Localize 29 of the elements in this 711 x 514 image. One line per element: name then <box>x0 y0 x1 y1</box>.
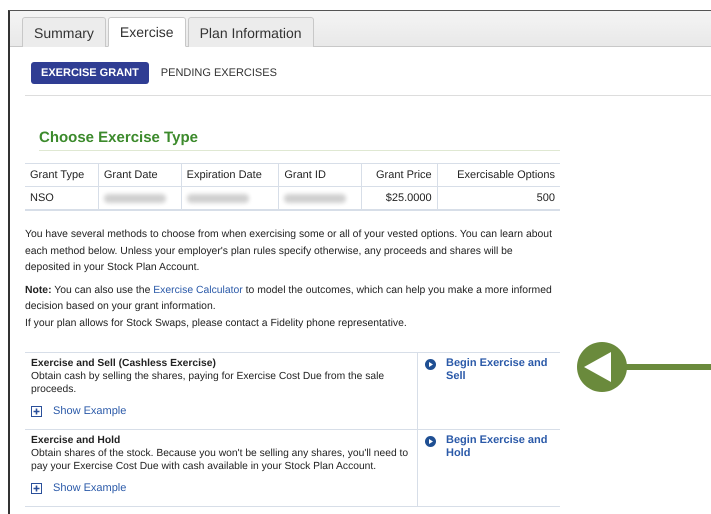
column-header: Exercisable Options <box>437 164 560 186</box>
begin-exercise-link[interactable]: Begin Exercise and Hold <box>446 434 550 459</box>
tab[interactable]: Plan Information <box>188 17 314 47</box>
method-description: Obtain shares of the stock. Because you won't be selling any shares, you'll need to pay your Exercise Cost Due with cash available in your Stock Plan Account. <box>31 448 410 473</box>
redacted-value <box>104 194 166 203</box>
play-icon[interactable] <box>425 436 436 447</box>
tab[interactable]: Exercise <box>108 17 186 47</box>
table-cell: NSO <box>25 186 98 210</box>
intro-text: You have several methods to choose from when exercising some or all of your vested options. You can learn about each method below. Unless your employer's plan rules specify otherwise, any proceeds and shares will be deposited in your Stock Plan Account. <box>25 228 553 275</box>
show-example-link[interactable]: Show Example <box>53 405 126 417</box>
method-title: Exercise and Hold <box>31 434 122 448</box>
method-description: Obtain cash by selling the shares, paying for Exercise Cost Due from the sale proceeds. <box>31 371 386 396</box>
note-text: Note: You can also use the Exercise Calculator to model the outcomes, which can help you make a more informed decision based on your grant information. <box>25 284 553 314</box>
table-cell: 500 <box>437 186 560 210</box>
expand-icon[interactable] <box>31 406 42 416</box>
subtab[interactable]: PENDING EXERCISES <box>152 62 285 84</box>
begin-exercise-link[interactable]: Begin Exercise and Sell <box>446 357 550 382</box>
redacted-value <box>284 194 346 203</box>
expand-icon[interactable] <box>31 482 42 494</box>
method-title: Exercise and Sell (Cashless Exercise) <box>31 357 217 371</box>
table-cell: $25.0000 <box>362 186 438 210</box>
tab[interactable]: Summary <box>22 17 106 47</box>
swap-note: If your plan allows for Stock Swaps, please contact a Fidelity phone representative. <box>25 316 408 330</box>
calculator-link[interactable]: Exercise Calculator <box>153 284 243 296</box>
show-example-link[interactable]: Show Example <box>53 482 126 494</box>
redacted-value <box>186 194 249 203</box>
play-icon[interactable] <box>425 359 436 370</box>
subtab[interactable]: EXERCISE GRANT <box>31 62 149 84</box>
section-heading: Choose Exercise Type <box>39 129 560 151</box>
